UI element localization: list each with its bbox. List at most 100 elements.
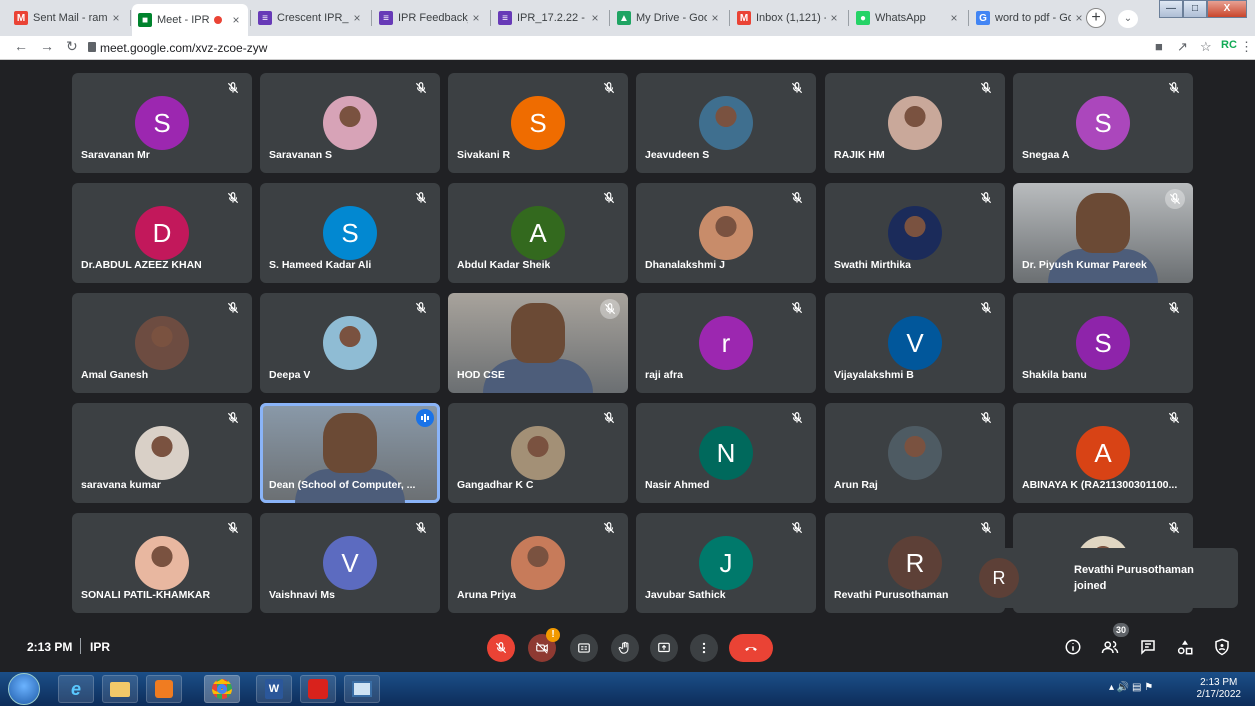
participant-tile[interactable]: saravana kumar: [72, 403, 252, 503]
forward-icon[interactable]: →: [40, 38, 54, 54]
start-button[interactable]: [8, 673, 40, 705]
participant-tile[interactable]: S Snegaa A: [1013, 73, 1193, 173]
new-tab-button[interactable]: +: [1086, 8, 1106, 28]
meeting-details-button[interactable]: [1062, 636, 1084, 658]
participant-tile[interactable]: A ABINAYA K (RA211300301100...: [1013, 403, 1193, 503]
participant-video-figure: [511, 303, 565, 363]
participant-tile[interactable]: Amal Ganesh: [72, 293, 252, 393]
taskbar-ie[interactable]: e: [58, 675, 94, 703]
tab-close-icon[interactable]: ×: [228, 13, 244, 27]
host-controls-button[interactable]: [1211, 636, 1233, 658]
present-icon: [658, 642, 670, 653]
leave-call-button[interactable]: [729, 634, 773, 662]
people-button[interactable]: [1099, 636, 1121, 658]
participant-name: RAJIK HM: [834, 149, 885, 161]
participant-tile[interactable]: Deepa V: [260, 293, 440, 393]
participant-tile[interactable]: RAJIK HM: [825, 73, 1005, 173]
participant-name: Javubar Sathick: [645, 589, 726, 601]
tab-close-icon[interactable]: ×: [108, 11, 124, 25]
divider: [80, 638, 81, 654]
participant-tile[interactable]: Jeavudeen S: [636, 73, 816, 173]
tray-icons[interactable]: ▴ 🔊 ▤ ⚑: [1109, 682, 1153, 693]
tab-close-icon[interactable]: ×: [707, 11, 723, 25]
taskbar-acrobat[interactable]: [300, 675, 336, 703]
camera-off-button[interactable]: !: [528, 628, 560, 662]
participant-tile[interactable]: Aruna Priya: [448, 513, 628, 613]
browser-tab[interactable]: ≡ Crescent IPR_Fe×: [252, 6, 369, 30]
close-window-button[interactable]: X: [1207, 0, 1247, 18]
tab-close-icon[interactable]: ×: [1071, 11, 1087, 25]
browser-tab[interactable]: ■ Meet - IPR ×: [132, 4, 248, 36]
activities-button[interactable]: [1174, 636, 1196, 658]
mic-muted-icon: [226, 191, 240, 205]
taskbar-explorer[interactable]: [102, 675, 138, 703]
captions-button[interactable]: [570, 634, 598, 662]
maximize-button[interactable]: □: [1183, 0, 1207, 18]
taskbar-date: 2/17/2022: [1196, 689, 1242, 700]
system-clock[interactable]: 2:13 PM 2/17/2022: [1197, 677, 1242, 701]
browser-tab[interactable]: ≡ IPR_17.2.22 - Go×: [492, 6, 607, 30]
back-icon[interactable]: ←: [14, 38, 28, 54]
tab-close-icon[interactable]: ×: [826, 11, 842, 25]
participant-tile[interactable]: V Vaishnavi Ms: [260, 513, 440, 613]
browser-menu-icon[interactable]: ⋮: [1240, 39, 1253, 55]
microphone-off-button[interactable]: [487, 634, 515, 662]
participant-tile[interactable]: Gangadhar K C: [448, 403, 628, 503]
participant-avatar: [699, 96, 753, 150]
tab-title: word to pdf - Go: [995, 12, 1071, 24]
participant-tile[interactable]: Dr. Piyush Kumar Pareek: [1013, 183, 1193, 283]
participant-tile[interactable]: N Nasir Ahmed: [636, 403, 816, 503]
participant-tile[interactable]: SONALI PATIL-KHAMKAR: [72, 513, 252, 613]
participant-tile[interactable]: Dhanalakshmi J: [636, 183, 816, 283]
browser-tab[interactable]: ▲ My Drive - Goog×: [611, 6, 727, 30]
participant-tile[interactable]: S Saravanan Mr: [72, 73, 252, 173]
participant-tile[interactable]: V Vijayalakshmi B: [825, 293, 1005, 393]
participant-tile[interactable]: r raji afra: [636, 293, 816, 393]
participant-tile[interactable]: HOD CSE: [448, 293, 628, 393]
camera-indicator-icon[interactable]: ■: [1155, 39, 1163, 54]
tab-close-icon[interactable]: ×: [468, 11, 484, 25]
tab-close-icon[interactable]: ×: [349, 11, 365, 25]
reload-icon[interactable]: ↻: [66, 38, 78, 55]
tab-separator: [729, 10, 730, 26]
minimize-button[interactable]: —: [1159, 0, 1183, 18]
participant-tile[interactable]: S S. Hameed Kadar Ali: [260, 183, 440, 283]
participant-avatar: [323, 96, 377, 150]
url-text[interactable]: meet.google.com/xvz-zcoe-zyw: [100, 41, 267, 55]
participant-tile[interactable]: J Javubar Sathick: [636, 513, 816, 613]
tab-close-icon[interactable]: ×: [587, 11, 603, 25]
more-vertical-icon: [702, 642, 706, 654]
taskbar-word[interactable]: W: [256, 675, 292, 703]
tab-close-icon[interactable]: ×: [946, 11, 962, 25]
chrome-icon: [212, 679, 232, 699]
mic-muted-icon: [979, 411, 993, 425]
mic-muted-icon: [414, 81, 428, 95]
participant-tile[interactable]: Saravanan S: [260, 73, 440, 173]
participant-tile[interactable]: Arun Raj: [825, 403, 1005, 503]
browser-tab[interactable]: M Inbox (1,121) - r×: [731, 6, 846, 30]
taskbar-media[interactable]: [146, 675, 182, 703]
participant-tile[interactable]: D Dr.ABDUL AZEEZ KHAN: [72, 183, 252, 283]
browser-tab[interactable]: ● WhatsApp ×: [850, 6, 966, 30]
raise-hand-button[interactable]: [611, 634, 639, 662]
tab-search-button[interactable]: ⌄: [1118, 10, 1138, 28]
browser-tab[interactable]: Gword to pdf - Go ×: [970, 6, 1091, 30]
share-icon[interactable]: ↗: [1177, 39, 1188, 55]
taskbar-snipping[interactable]: [344, 675, 380, 703]
browser-tab[interactable]: ≡ IPR Feedback_1×: [373, 6, 488, 30]
taskbar-chrome[interactable]: [204, 675, 240, 703]
participant-tile[interactable]: Swathi Mirthika: [825, 183, 1005, 283]
participant-tile[interactable]: S Shakila banu: [1013, 293, 1193, 393]
bookmark-star-icon[interactable]: ☆: [1200, 39, 1212, 55]
present-screen-button[interactable]: [650, 634, 678, 662]
chat-button[interactable]: [1137, 636, 1159, 658]
more-options-button[interactable]: [690, 634, 718, 662]
participant-tile[interactable]: Dean (School of Computer, ...: [260, 403, 440, 503]
browser-tab[interactable]: M Sent Mail - rama ×: [8, 6, 128, 30]
extension-icon[interactable]: RC: [1221, 39, 1237, 51]
participant-tile[interactable]: S Sivakani R: [448, 73, 628, 173]
tab-favicon-icon: M: [737, 11, 751, 25]
info-icon: [1065, 639, 1081, 655]
participant-name: Jeavudeen S: [645, 149, 710, 161]
participant-tile[interactable]: A Abdul Kadar Sheik: [448, 183, 628, 283]
